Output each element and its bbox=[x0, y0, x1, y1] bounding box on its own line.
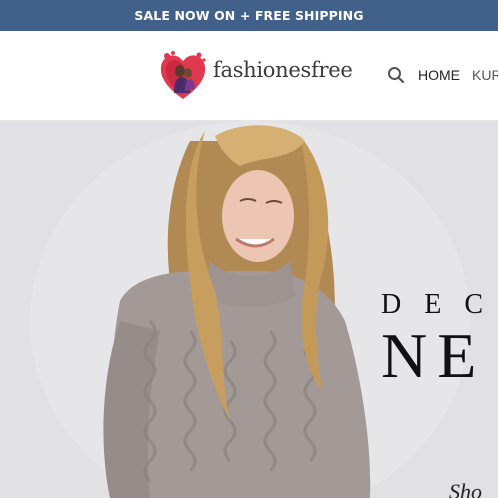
announcement-text: SALE NOW ON + FREE SHIPPING bbox=[134, 8, 364, 23]
hero-heading-line2: NE bbox=[381, 320, 487, 391]
hero-shop-link[interactable]: Sho bbox=[449, 479, 482, 498]
search-icon[interactable] bbox=[386, 65, 406, 85]
site-logo-text[interactable]: fashionesfree bbox=[213, 58, 353, 82]
hero-heading-line1: DEC bbox=[381, 289, 498, 320]
nav-item-home[interactable]: HOME bbox=[418, 67, 460, 83]
hero-banner[interactable]: DEC NE Sho bbox=[0, 121, 498, 498]
heart-logo-icon[interactable] bbox=[158, 49, 208, 101]
site-header: fashionesfree HOME KUR bbox=[0, 31, 498, 121]
nav-item-kur[interactable]: KUR bbox=[472, 67, 498, 83]
announcement-bar: SALE NOW ON + FREE SHIPPING bbox=[0, 0, 498, 31]
